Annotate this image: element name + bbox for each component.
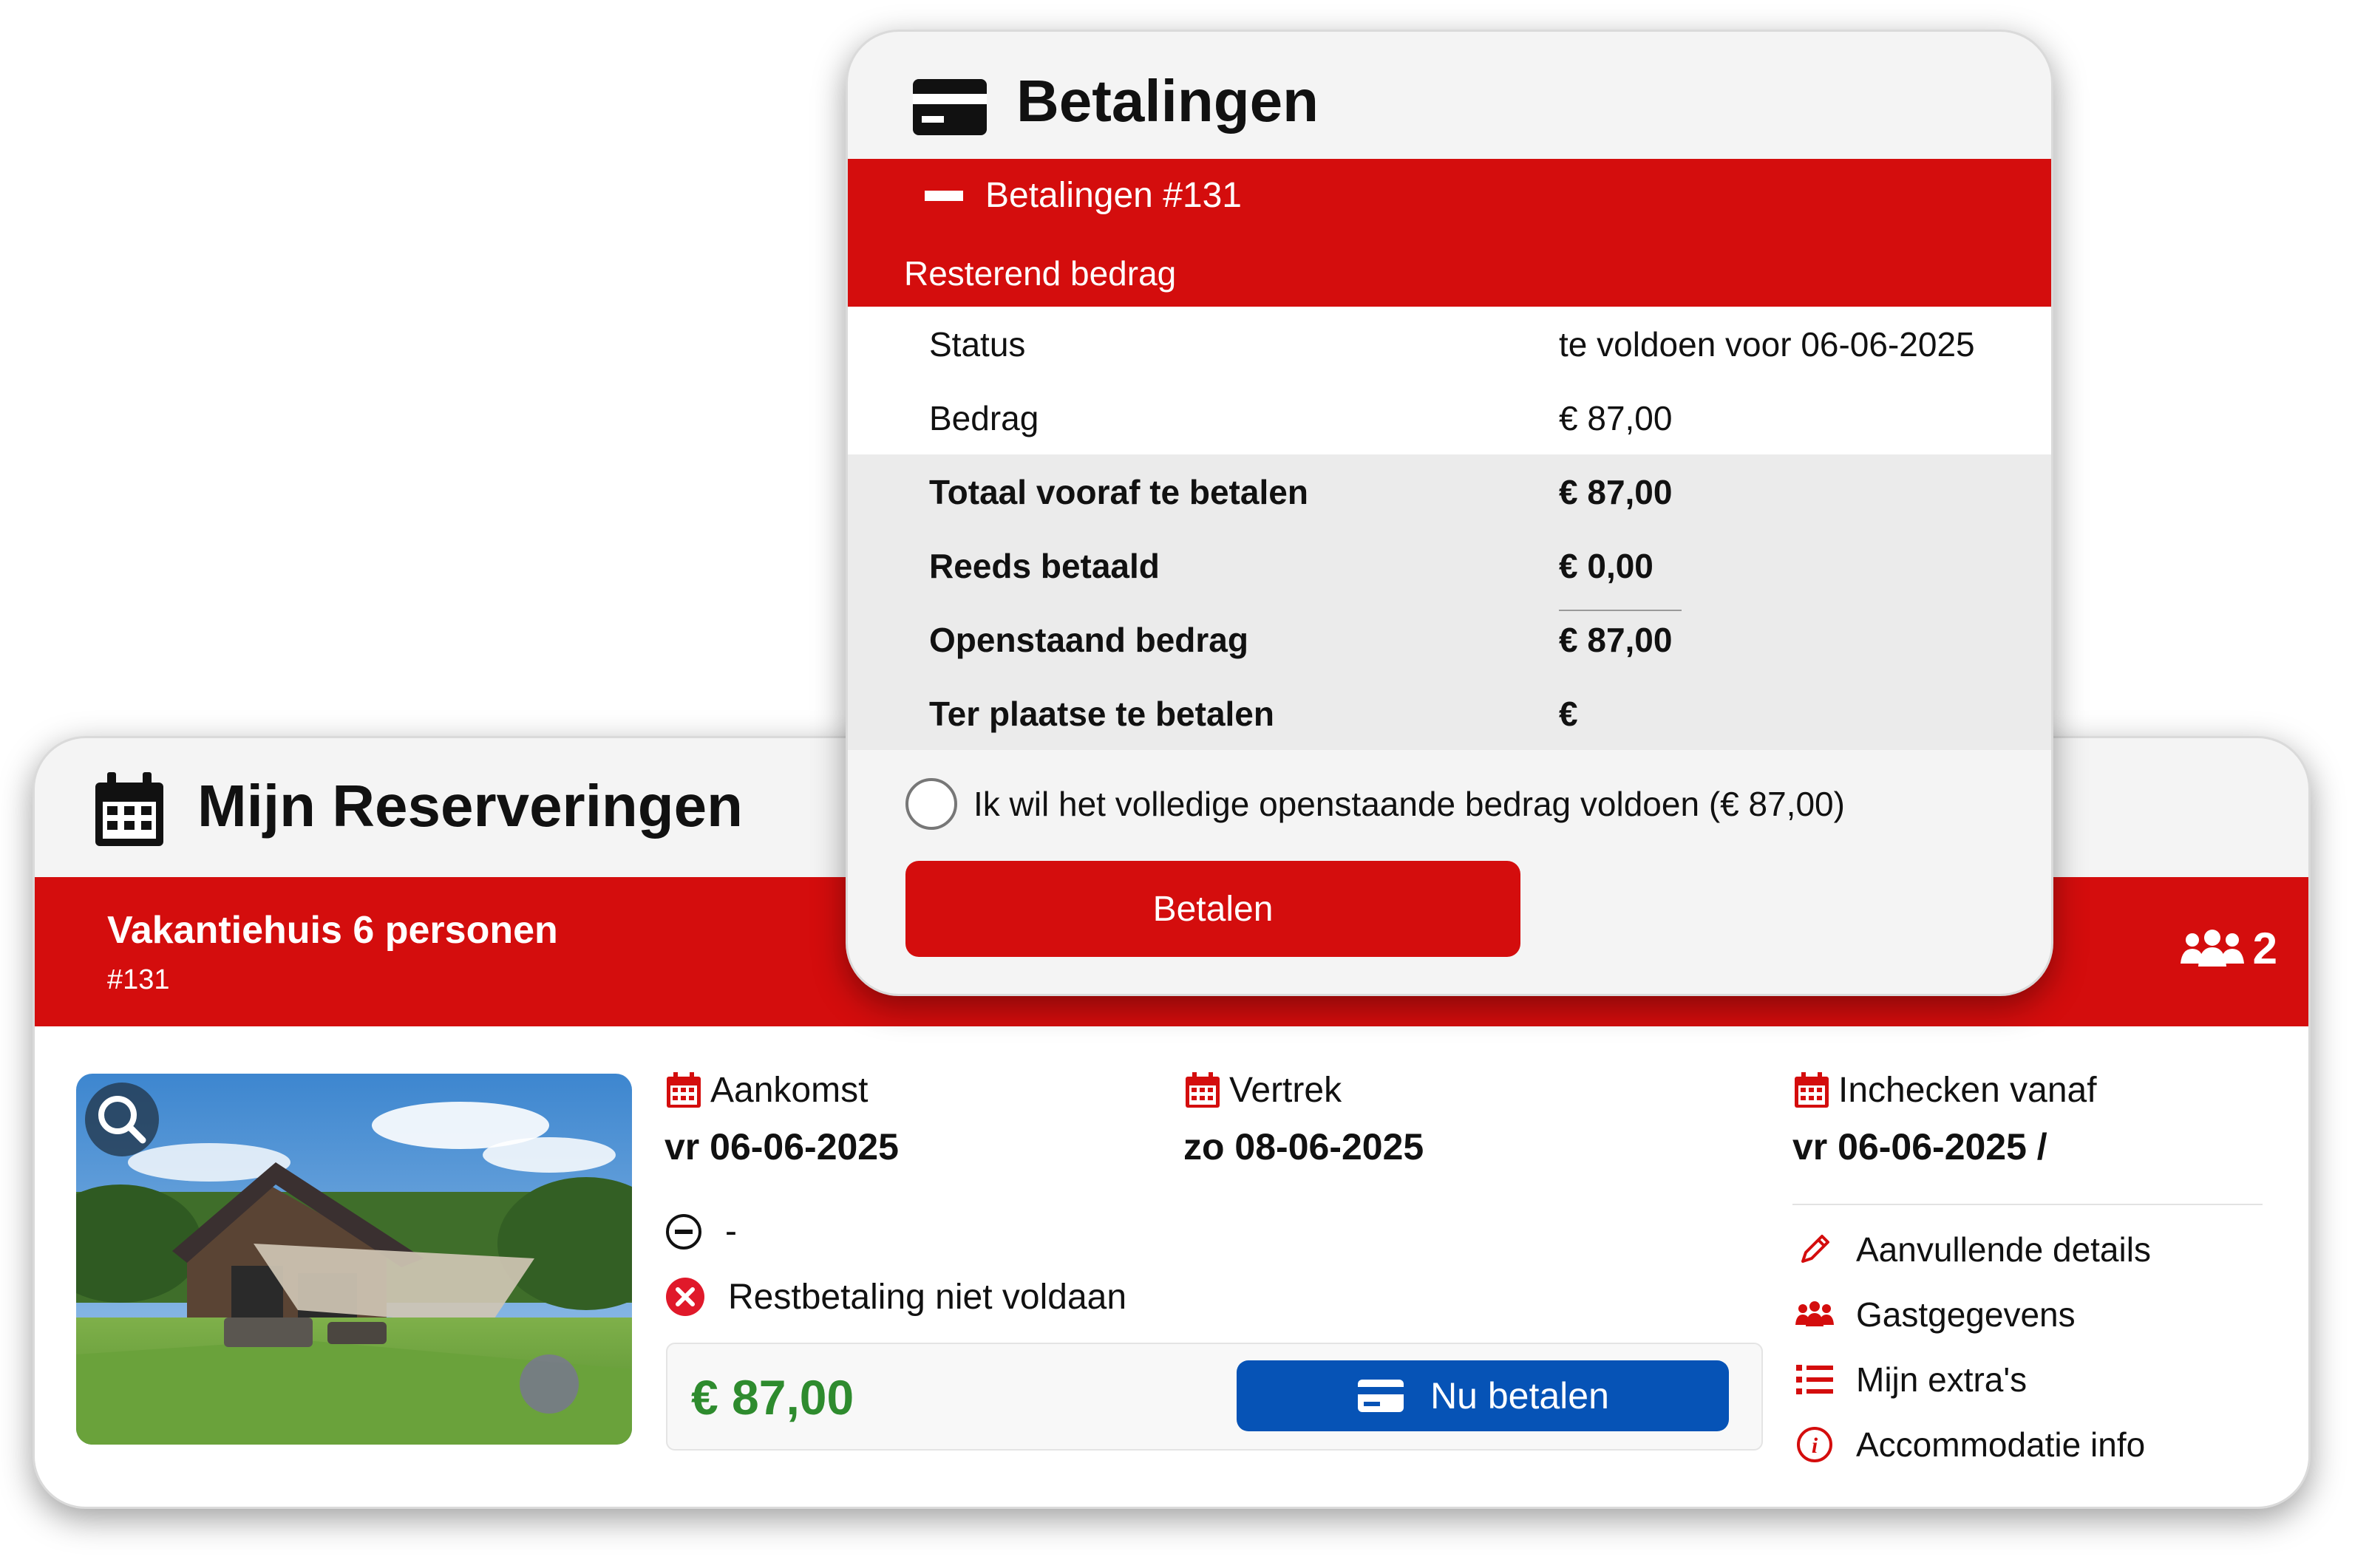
table-row: Status te voldoen voor 06-06-2025 xyxy=(848,307,2051,381)
reservation-number: #131 xyxy=(107,964,170,995)
pay-full-option[interactable]: Ik wil het volledige openstaande bedrag … xyxy=(905,778,1845,830)
table-row: Openstaand bedrag € 87,00 xyxy=(848,602,2051,676)
zoom-button[interactable] xyxy=(85,1083,159,1156)
row-label: Reeds betaald xyxy=(929,547,1160,585)
row-value: € 87,00 xyxy=(1559,473,1673,511)
row-label: Bedrag xyxy=(929,399,1039,437)
pencil-icon xyxy=(1801,1235,1829,1263)
row-label: Status xyxy=(929,325,1026,364)
payment-section-toggle[interactable]: Betalingen #131 xyxy=(925,175,1242,216)
payments-title: Betalingen xyxy=(1016,68,1319,134)
arrival-label: Aankomst xyxy=(710,1070,869,1110)
pay-full-radio[interactable] xyxy=(905,778,957,830)
page-title: Mijn Reserveringen xyxy=(197,773,744,839)
collapse-icon xyxy=(925,190,963,201)
table-row: Totaal vooraf te betalen € 87,00 xyxy=(848,454,2051,528)
menu-divider xyxy=(1792,1204,2263,1205)
credit-card-icon xyxy=(913,79,987,135)
checkin-label: Inchecken vanaf xyxy=(1838,1070,2097,1110)
price-amount: € 87,00 xyxy=(691,1370,854,1425)
row-label: Totaal vooraf te betalen xyxy=(929,473,1308,511)
users-icon xyxy=(2180,929,2244,967)
calendar-icon xyxy=(667,1072,701,1108)
menu-item-extras[interactable]: Mijn extra's xyxy=(1792,1359,2027,1400)
list-icon xyxy=(1796,1365,1833,1394)
arrival-date: vr 06-06-2025 xyxy=(665,1126,899,1168)
arrival-block: Aankomst vr 06-06-2025 xyxy=(665,1068,899,1168)
table-row: Bedrag € 87,00 xyxy=(848,381,2051,454)
users-icon xyxy=(1795,1301,1834,1326)
reservation-body: Aankomst vr 06-06-2025 Vertrek zo 08-06-… xyxy=(35,1026,2308,1507)
calendar-icon xyxy=(1795,1072,1829,1108)
price-box: € 87,00 Nu betalen xyxy=(666,1343,1763,1451)
row-label: Openstaand bedrag xyxy=(929,621,1248,659)
departure-label: Vertrek xyxy=(1229,1070,1342,1110)
neutral-status: - xyxy=(665,1211,737,1252)
minus-circle-icon xyxy=(666,1213,701,1250)
info-icon: i xyxy=(1797,1427,1832,1462)
menu-label: Aanvullende details xyxy=(1856,1230,2151,1269)
menu-item-guests[interactable]: Gastgegevens xyxy=(1792,1294,2076,1335)
row-label: Ter plaatse te betalen xyxy=(929,695,1274,733)
calendar-icon xyxy=(1186,1072,1220,1108)
calendar-icon xyxy=(95,772,163,846)
pay-now-button[interactable]: Nu betalen xyxy=(1237,1360,1729,1431)
row-value: € 87,00 xyxy=(1559,621,1673,659)
house-image xyxy=(76,1074,632,1445)
pay-full-label: Ik wil het volledige openstaande bedrag … xyxy=(973,785,1845,823)
payments-card: Betalingen Betalingen #131 Resterend bed… xyxy=(846,30,2053,996)
row-value: € 0,00 xyxy=(1559,547,1653,585)
table-row: Ter plaatse te betalen € xyxy=(848,676,2051,750)
pay-button[interactable]: Betalen xyxy=(905,861,1520,957)
checkin-date: vr 06-06-2025 / xyxy=(1792,1126,2047,1168)
credit-card-icon xyxy=(1358,1380,1404,1412)
checkin-block: Inchecken vanaf vr 06-06-2025 / xyxy=(1792,1068,2097,1168)
row-value: € xyxy=(1559,695,1578,733)
menu-item-details[interactable]: Aanvullende details xyxy=(1792,1229,2151,1270)
accommodation-photo[interactable] xyxy=(76,1074,632,1445)
guest-count: 2 xyxy=(2180,923,2277,974)
remaining-amount-header: Resterend bedrag xyxy=(904,254,1177,293)
neutral-status-text: - xyxy=(725,1212,737,1251)
departure-date: zo 08-06-2025 xyxy=(1183,1126,1424,1168)
menu-label: Accommodatie info xyxy=(1856,1425,2146,1464)
departure-block: Vertrek zo 08-06-2025 xyxy=(1183,1068,1424,1168)
payments-header: Betalingen xyxy=(848,32,2051,159)
menu-item-info[interactable]: i Accommodatie info xyxy=(1792,1424,2145,1465)
svg-text:i: i xyxy=(1812,1434,1818,1458)
payment-status: Restbetaling niet voldaan xyxy=(665,1276,1126,1318)
menu-label: Mijn extra's xyxy=(1856,1360,2028,1399)
error-icon xyxy=(666,1278,704,1316)
menu-label: Gastgegevens xyxy=(1856,1295,2076,1334)
table-row: Reeds betaald € 0,00 xyxy=(848,528,2051,602)
payment-section-title: Betalingen #131 xyxy=(985,176,1242,215)
search-icon xyxy=(98,1096,146,1144)
payment-status-text: Restbetaling niet voldaan xyxy=(728,1277,1127,1317)
guest-count-value: 2 xyxy=(2252,924,2277,973)
accommodation-name: Vakantiehuis 6 personen xyxy=(107,909,558,952)
payments-band: Betalingen #131 Resterend bedrag xyxy=(848,159,2051,307)
row-value: te voldoen voor 06-06-2025 xyxy=(1559,325,1975,364)
row-value: € 87,00 xyxy=(1559,399,1673,437)
pay-now-label: Nu betalen xyxy=(1430,1375,1609,1417)
